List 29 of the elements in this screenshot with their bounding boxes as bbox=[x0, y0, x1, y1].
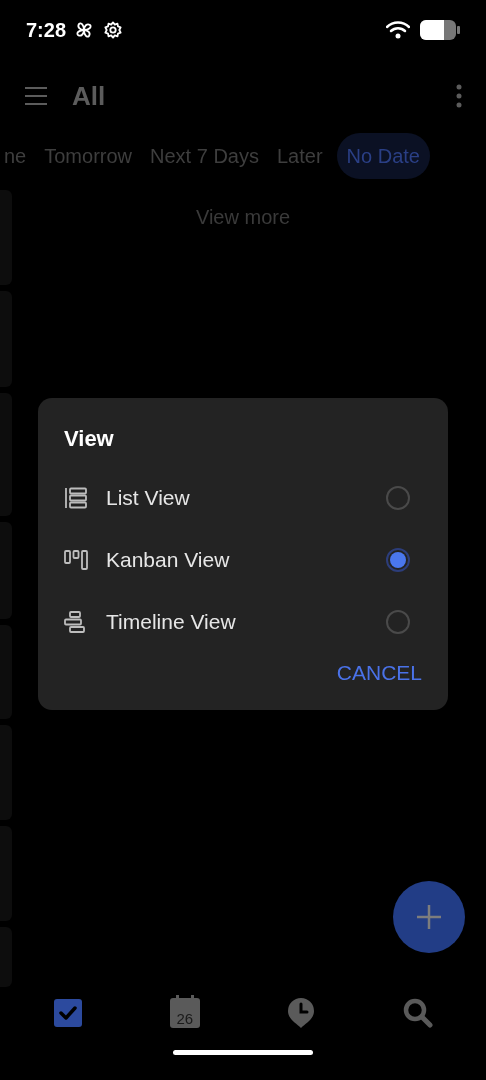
radio-button[interactable] bbox=[386, 610, 410, 634]
checkbox-icon[interactable] bbox=[53, 997, 84, 1028]
date-tab[interactable]: Tomorrow bbox=[40, 133, 137, 179]
date-tab[interactable]: No Date bbox=[336, 133, 430, 179]
list-view-icon bbox=[64, 487, 88, 509]
timeline-view-icon bbox=[64, 611, 88, 633]
status-time: 7:28 bbox=[26, 18, 67, 43]
clock-pin-icon[interactable] bbox=[287, 996, 316, 1029]
menu-icon[interactable] bbox=[24, 86, 48, 106]
view-option[interactable]: Timeline View bbox=[64, 591, 422, 653]
search-icon[interactable] bbox=[402, 997, 433, 1028]
more-options-icon[interactable] bbox=[456, 84, 462, 108]
page-title: All bbox=[72, 79, 106, 113]
date-tab[interactable]: ne bbox=[0, 133, 31, 179]
view-more-link[interactable]: View more bbox=[195, 202, 291, 232]
kanban-view-icon bbox=[64, 550, 88, 570]
view-option[interactable]: List View bbox=[64, 467, 422, 529]
battery-icon bbox=[420, 20, 460, 40]
date-tab[interactable]: Next 7 Days bbox=[146, 133, 263, 179]
calendar-icon[interactable]: 26 bbox=[169, 997, 200, 1028]
dialog-title: View bbox=[64, 425, 115, 453]
radio-button[interactable] bbox=[386, 486, 410, 510]
date-tab[interactable]: Later bbox=[273, 133, 327, 179]
view-option[interactable]: Kanban View bbox=[64, 529, 422, 591]
radio-button[interactable] bbox=[386, 548, 410, 572]
cancel-button[interactable]: CANCEL bbox=[336, 657, 422, 689]
plus-icon bbox=[416, 904, 442, 930]
settings-icon bbox=[104, 21, 123, 39]
wifi-icon bbox=[386, 21, 410, 39]
